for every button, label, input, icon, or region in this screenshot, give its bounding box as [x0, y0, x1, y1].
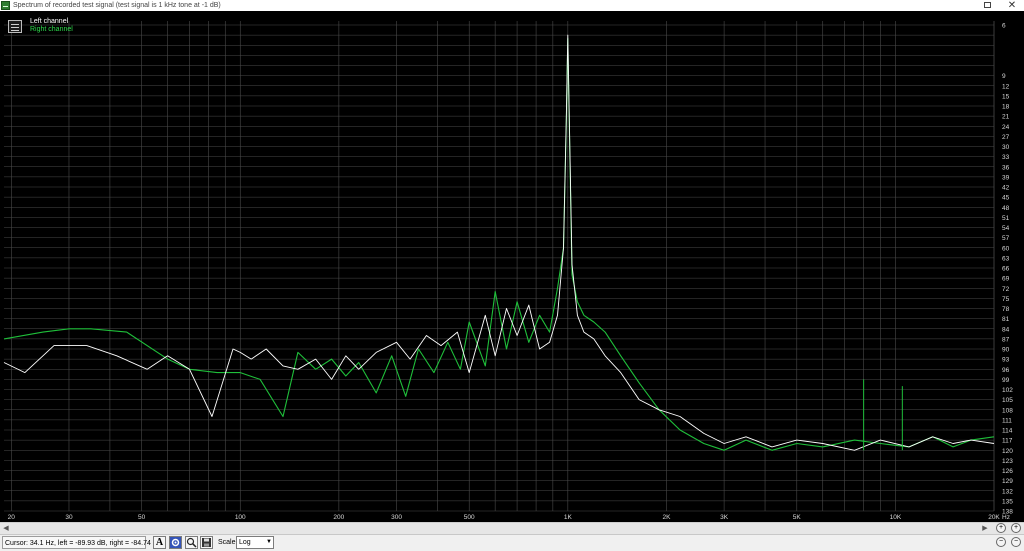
x-tick-label: 10K	[890, 514, 902, 521]
y-tick-label: 111	[1002, 417, 1012, 424]
magnifier-icon[interactable]	[185, 536, 198, 549]
y-tick-label: 120	[1002, 448, 1013, 455]
y-tick-label: 12	[1002, 83, 1010, 90]
text-tool-button[interactable]: A	[153, 536, 166, 549]
legend-right-channel[interactable]: Right channel	[30, 26, 73, 34]
y-tick-label: 78	[1002, 306, 1010, 313]
cursor-readout: Cursor: 34.1 Hz, left = -89.93 dB, right…	[2, 536, 161, 549]
x-tick-label: 300	[391, 514, 402, 521]
window-title: Spectrum of recorded test signal (test s…	[13, 2, 221, 9]
x-tick-label: 2K	[662, 514, 671, 521]
y-tick-label: 21	[1002, 114, 1010, 121]
y-tick-label: 9	[1002, 73, 1006, 80]
scroll-right-button[interactable]: ▶	[980, 524, 990, 534]
scale-selected-value: Log	[239, 539, 251, 546]
close-button[interactable]: ✕	[1005, 0, 1019, 11]
y-tick-label: 63	[1002, 255, 1010, 262]
x-unit-label: Hz	[1002, 514, 1010, 521]
y-tick-label: 84	[1002, 326, 1010, 333]
y-tick-label: 75	[1002, 296, 1010, 303]
horizontal-scrollbar[interactable]: ◀ ▶	[0, 522, 1024, 534]
y-tick-label: 102	[1002, 387, 1013, 394]
y-tick-label: 33	[1002, 154, 1010, 161]
x-tick-label: 50	[138, 514, 146, 521]
spectrum-plot[interactable]: 6 9 12 15 18 21 24 27 30 33 36 39 42 45 48 51 54 57 60 63 66…	[0, 11, 1024, 522]
x-tick-label: 500	[464, 514, 475, 521]
x-tick-label: 100	[235, 514, 246, 521]
y-tick-label: 57	[1002, 235, 1010, 242]
y-tick-label: 42	[1002, 185, 1010, 192]
y-tick-label: 135	[1002, 498, 1013, 505]
zoom-out-x-button[interactable]: −	[996, 537, 1006, 547]
y-tick-label: 117	[1002, 438, 1013, 445]
x-tick-label: 5K	[793, 514, 802, 521]
spectrum-app-icon	[1, 1, 10, 10]
y-tick-label: 45	[1002, 195, 1010, 202]
x-tick-label: 3K	[720, 514, 729, 521]
y-tick-label: 72	[1002, 286, 1010, 293]
y-tick-label: 114	[1002, 428, 1013, 435]
x-tick-label: 20K	[988, 514, 1000, 521]
legend-toggle-icon[interactable]	[8, 20, 22, 33]
x-tick-label: 30	[65, 514, 73, 521]
y-tick-label: 126	[1002, 468, 1013, 475]
y-tick-label: 108	[1002, 407, 1013, 414]
restore-button[interactable]	[984, 2, 991, 8]
y-tick-label: 93	[1002, 357, 1010, 364]
chevron-down-icon: ▼	[266, 539, 272, 545]
floppy-icon-glyph	[202, 538, 211, 547]
scroll-left-button[interactable]: ◀	[1, 524, 11, 534]
y-tick-label: 24	[1002, 124, 1010, 131]
status-bar: Cursor: 34.1 Hz, left = -89.93 dB, right…	[0, 534, 1024, 550]
y-tick-label: 15	[1002, 93, 1010, 100]
y-tick-label: 132	[1002, 488, 1013, 495]
y-tick-label: 51	[1002, 215, 1010, 222]
scale-select[interactable]: Log ▼	[236, 536, 274, 549]
y-tick-label: 6	[1002, 23, 1006, 30]
y-tick-label: 30	[1002, 144, 1010, 151]
gear-icon-glyph	[171, 538, 180, 547]
gear-icon[interactable]	[169, 536, 182, 549]
right-channel-line	[3, 37, 995, 451]
y-tick-label: 36	[1002, 164, 1010, 171]
x-tick-label: 200	[333, 514, 344, 521]
y-tick-label: 39	[1002, 174, 1010, 181]
y-tick-label: 105	[1002, 397, 1013, 404]
zoom-out-y-button[interactable]: −	[1011, 537, 1021, 547]
y-tick-label: 27	[1002, 134, 1010, 141]
floppy-icon[interactable]	[200, 536, 213, 549]
y-tick-label: 66	[1002, 266, 1010, 273]
zoom-in-y-button[interactable]: +	[1011, 523, 1021, 533]
y-tick-label: 18	[1002, 104, 1010, 111]
spectrum-chart: 6912151821242730333639424548515457606366…	[3, 21, 1013, 521]
y-tick-label: 87	[1002, 336, 1010, 343]
legend-left-channel[interactable]: Left channel	[30, 18, 68, 26]
magnifier-icon-glyph	[186, 537, 197, 548]
y-tick-label: 69	[1002, 276, 1010, 283]
y-tick-label: 129	[1002, 478, 1013, 485]
left-channel-line	[3, 34, 995, 451]
y-tick-label: 54	[1002, 225, 1010, 232]
y-tick-label: 60	[1002, 245, 1010, 252]
zoom-in-x-button[interactable]: +	[996, 523, 1006, 533]
y-tick-label: 123	[1002, 458, 1013, 465]
y-tick-label: 99	[1002, 377, 1010, 384]
y-tick-label: 81	[1002, 316, 1010, 323]
y-tick-label: 48	[1002, 205, 1010, 212]
scale-label: Scale	[218, 539, 236, 546]
y-tick-label: 90	[1002, 347, 1010, 354]
y-tick-label: 96	[1002, 367, 1010, 374]
x-tick-label: 1K	[564, 514, 573, 521]
x-tick-label: 20	[8, 514, 16, 521]
